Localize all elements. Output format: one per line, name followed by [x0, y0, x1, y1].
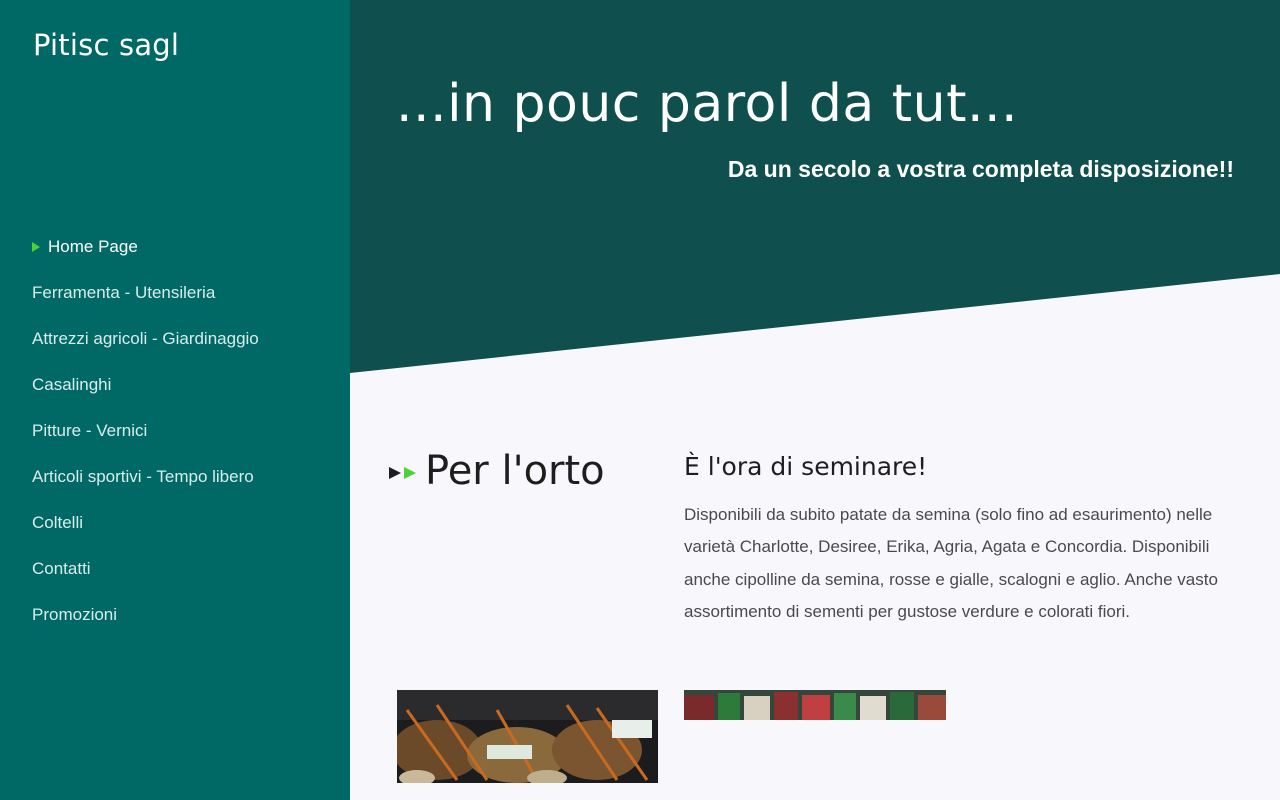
section-heading-text: Per l'orto [425, 448, 605, 494]
nav-item-label: Ferramenta - Utensileria [32, 283, 216, 302]
hero-title: ...in pouc parol da tut... [396, 74, 1019, 134]
article-body: Disponibili da subito patate da semina (… [684, 505, 1218, 622]
seed-display-photo [684, 690, 946, 720]
nav-item-label: Contatti [32, 559, 91, 578]
potato-sacks-photo [397, 690, 658, 783]
site-title-link[interactable]: Pitisc sagl [33, 28, 179, 62]
nav-item-label: Casalinghi [32, 375, 112, 394]
page: Pitisc sagl Home Page Ferramenta - Utens… [0, 0, 1280, 800]
nav-item-label: Pitture - Vernici [32, 421, 148, 440]
nav-item-attrezzi-agricoli[interactable]: Attrezzi agricoli - Giardinaggio [0, 316, 350, 362]
nav-item-articoli-sportivi[interactable]: Articoli sportivi - Tempo libero [0, 454, 350, 500]
nav-item-label: Home Page [48, 237, 138, 256]
nav-item-casalinghi[interactable]: Casalinghi [0, 362, 350, 408]
nav-item-promozioni[interactable]: Promozioni [0, 592, 350, 638]
nav-item-label: Attrezzi agricoli - Giardinaggio [32, 329, 259, 348]
nav-item-label: Promozioni [32, 605, 118, 624]
hero-background [350, 0, 1280, 373]
section-heading: Per l'orto [389, 448, 605, 494]
double-arrow-icon [389, 467, 416, 479]
hero-subtitle: Da un secolo a vostra completa disposizi… [727, 156, 1234, 182]
nav-item-coltelli[interactable]: Coltelli [0, 500, 350, 546]
sidebar: Pitisc sagl Home Page Ferramenta - Utens… [0, 0, 350, 800]
nav-item-pitture-vernici[interactable]: Pitture - Vernici [0, 408, 350, 454]
hero-banner: ...in pouc parol da tut... Da un secolo … [350, 0, 1280, 380]
article-title: È l'ora di seminare! [684, 452, 928, 481]
main-nav: Home Page Ferramenta - Utensileria Attre… [0, 224, 350, 638]
triangle-right-icon [32, 242, 40, 252]
nav-item-ferramenta-utensileria[interactable]: Ferramenta - Utensileria [0, 270, 350, 316]
nav-item-label: Articoli sportivi - Tempo libero [32, 467, 254, 486]
nav-item-contatti[interactable]: Contatti [0, 546, 350, 592]
nav-item-home-page[interactable]: Home Page [0, 224, 350, 270]
nav-item-label: Coltelli [32, 513, 84, 532]
